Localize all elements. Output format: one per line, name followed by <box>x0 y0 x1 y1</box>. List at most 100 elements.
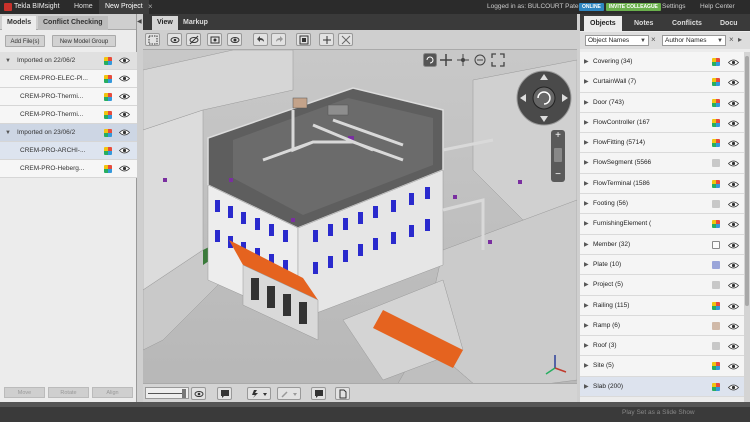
color-icon[interactable] <box>712 260 720 269</box>
invite-colleague-button[interactable]: INVITE COLLEAGUE <box>606 3 661 11</box>
eye-icon[interactable] <box>728 160 739 167</box>
scrollbar-thumb[interactable] <box>745 56 749 306</box>
rotate-mode-icon[interactable] <box>423 53 437 67</box>
expand-caret-icon[interactable]: ▶ <box>584 174 589 194</box>
color-icon[interactable] <box>712 240 720 249</box>
collapse-caret-icon[interactable]: ▼ <box>5 124 11 142</box>
color-icon[interactable] <box>712 321 720 330</box>
collapse-caret-icon[interactable]: ▼ <box>5 52 11 70</box>
color-icon[interactable] <box>712 98 720 107</box>
object-type-row[interactable]: ▶ Project (5) <box>580 275 744 296</box>
collapse-left-icon[interactable]: ◀ <box>137 18 142 25</box>
help-center-link[interactable]: Help Center <box>700 3 735 10</box>
object-type-row[interactable]: ▶ CurtainWall (7) <box>580 72 744 93</box>
eye-icon[interactable] <box>728 201 739 208</box>
color-icon[interactable] <box>712 159 720 168</box>
object-names-select[interactable]: Object Names ▼ <box>585 35 649 46</box>
zoom-handle[interactable] <box>554 148 562 162</box>
tab-notes[interactable]: Notes <box>628 16 659 31</box>
view-mode-button[interactable] <box>167 33 182 46</box>
tab-objects[interactable]: Objects <box>584 16 622 31</box>
tab-conflicts[interactable]: Conflicts <box>666 16 708 31</box>
more-icon[interactable]: ▸ <box>738 35 742 44</box>
fit-view-button[interactable] <box>296 33 311 46</box>
color-icon[interactable] <box>104 57 112 65</box>
color-icon[interactable] <box>712 382 720 391</box>
expand-caret-icon[interactable]: ▶ <box>584 235 589 255</box>
object-type-row[interactable]: ▶ Roof (3) <box>580 336 744 357</box>
eye-icon[interactable] <box>119 147 130 154</box>
model-row[interactable]: CREM-PRO-Thermi... <box>0 88 137 106</box>
pan-mode-icon[interactable] <box>439 53 453 67</box>
navigation-wheel[interactable] <box>516 70 572 126</box>
slider-handle[interactable] <box>182 389 186 398</box>
model-group-row[interactable]: ▼ Imported on 22/06/2 <box>0 52 137 70</box>
color-icon[interactable] <box>712 118 720 127</box>
color-icon[interactable] <box>104 75 112 83</box>
measure-button[interactable] <box>338 33 353 46</box>
eye-icon[interactable] <box>119 165 130 172</box>
object-type-row[interactable]: ▶ Door (743) <box>580 92 744 113</box>
undo-button[interactable] <box>253 33 268 46</box>
object-type-row[interactable]: ▶ Plate (10) <box>580 254 744 276</box>
objects-scrollbar[interactable] <box>744 52 750 402</box>
color-icon[interactable] <box>712 281 720 290</box>
color-icon[interactable] <box>712 179 720 188</box>
color-icon[interactable] <box>104 165 112 173</box>
expand-caret-icon[interactable]: ▶ <box>584 133 589 153</box>
tab-view[interactable]: View <box>152 16 178 30</box>
fullscreen-icon[interactable] <box>491 53 505 67</box>
rotate-button[interactable]: Rotate <box>48 387 89 398</box>
color-icon[interactable] <box>712 301 720 310</box>
object-type-row[interactable]: ▶ Site (5) <box>580 356 744 377</box>
color-icon[interactable] <box>104 111 112 119</box>
object-type-row[interactable]: ▶ Footing (56) <box>580 194 744 215</box>
eye-icon[interactable] <box>119 75 130 82</box>
eye-icon[interactable] <box>119 57 130 64</box>
eye-icon[interactable] <box>728 79 739 86</box>
markup-dropdown-button[interactable] <box>277 387 301 400</box>
expand-caret-icon[interactable]: ▶ <box>584 316 589 336</box>
eye-icon[interactable] <box>728 221 739 228</box>
close-tab-icon[interactable]: × <box>148 0 153 14</box>
document-button[interactable] <box>335 387 350 400</box>
redo-button[interactable] <box>271 33 286 46</box>
walk-mode-icon[interactable] <box>473 53 487 67</box>
eye-icon[interactable] <box>728 262 739 269</box>
isolate-button[interactable] <box>207 33 222 46</box>
color-icon[interactable] <box>712 362 720 371</box>
clash-dropdown-button[interactable] <box>247 387 271 400</box>
eye-icon[interactable] <box>728 282 739 289</box>
color-icon[interactable] <box>104 129 112 137</box>
clear-filter-icon[interactable]: × <box>651 35 656 44</box>
object-type-row[interactable]: ▶ FurnishingElement ( <box>580 214 744 235</box>
expand-caret-icon[interactable]: ▶ <box>584 377 589 397</box>
color-icon[interactable] <box>104 93 112 101</box>
tab-models[interactable]: Models <box>2 16 37 30</box>
model-row[interactable]: CREM-PRO-ELEC-Pl... <box>0 70 137 88</box>
color-icon[interactable] <box>712 78 720 87</box>
color-icon[interactable] <box>712 58 720 66</box>
clip-plane-button[interactable] <box>319 33 334 46</box>
color-icon[interactable] <box>712 139 720 148</box>
object-type-row[interactable]: ▶ FlowController (167 <box>580 112 744 134</box>
eye-icon[interactable] <box>728 303 739 310</box>
eye-toggle-button[interactable] <box>191 387 206 400</box>
object-type-row[interactable]: ▶ Member (32) <box>580 234 744 255</box>
object-type-row[interactable]: ▶ Ramp (6) <box>580 315 744 337</box>
slideshow-button[interactable]: Play Set as a Slide Show <box>622 409 695 416</box>
expand-caret-icon[interactable]: ▶ <box>584 214 589 234</box>
eye-icon[interactable] <box>728 59 739 66</box>
expand-caret-icon[interactable]: ▶ <box>584 356 589 376</box>
zoom-out-icon[interactable]: − <box>553 170 563 180</box>
color-icon[interactable] <box>104 147 112 155</box>
comment-button[interactable] <box>217 387 232 400</box>
expand-caret-icon[interactable]: ▶ <box>584 52 589 72</box>
expand-caret-icon[interactable]: ▶ <box>584 72 589 92</box>
transparency-slider[interactable] <box>145 387 189 399</box>
tab-conflict-checking[interactable]: Conflict Checking <box>38 16 108 30</box>
eye-icon[interactable] <box>728 363 739 370</box>
eye-icon[interactable] <box>728 140 739 147</box>
model-row[interactable]: CREM-PRO-ARCHI-... <box>0 142 137 160</box>
model-row[interactable]: CREM-PRO-Heberg... <box>0 160 137 178</box>
